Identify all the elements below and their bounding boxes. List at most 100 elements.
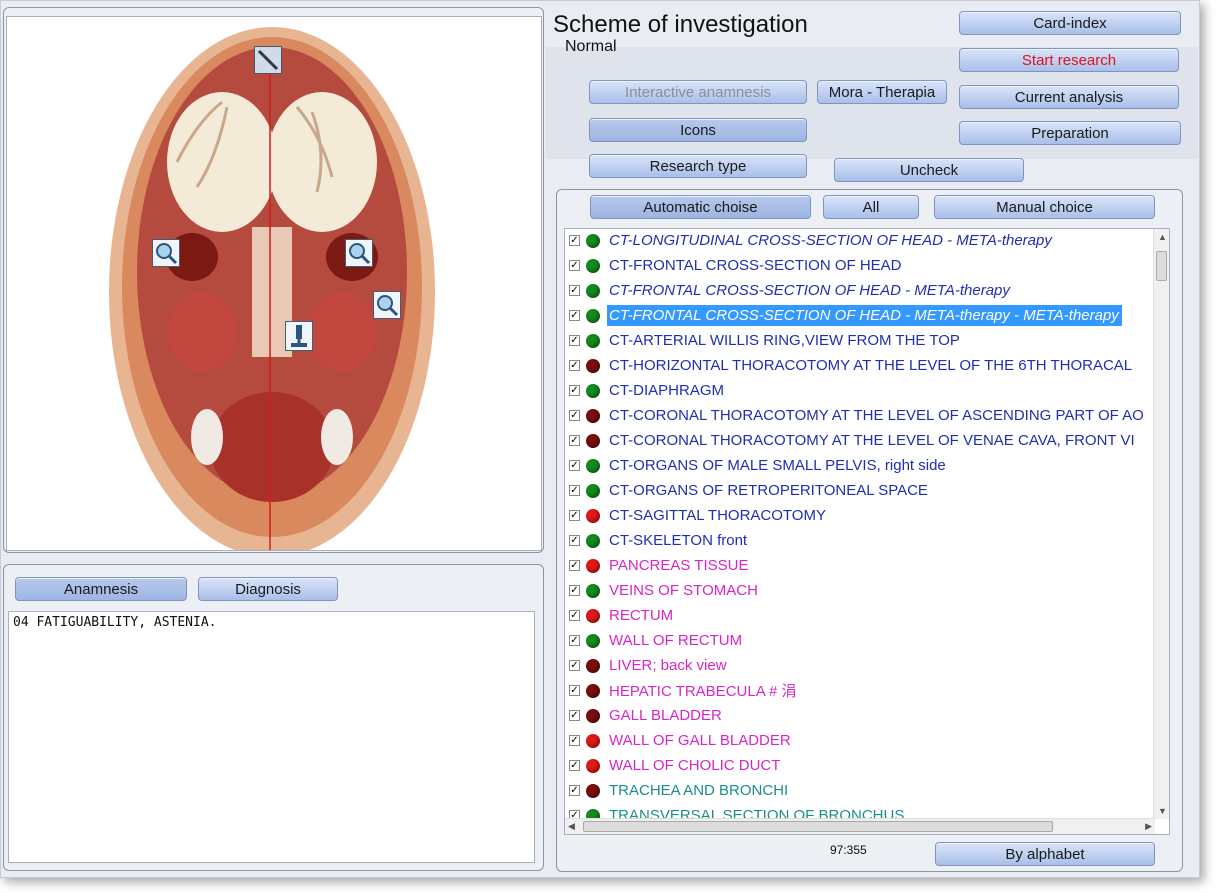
list-item[interactable]: ✓ CT-FRONTAL CROSS-SECTION OF HEAD - META… bbox=[565, 303, 1155, 328]
list-item[interactable]: ✓ WALL OF CHOLIC DUCT bbox=[565, 753, 1155, 778]
horizontal-scrollbar[interactable]: ◀ ▶ bbox=[565, 818, 1155, 834]
checkbox[interactable]: ✓ bbox=[569, 585, 580, 596]
cross-section-image-area bbox=[6, 16, 542, 551]
checkbox[interactable]: ✓ bbox=[569, 360, 580, 371]
list-item[interactable]: ✓ WALL OF GALL BLADDER bbox=[565, 728, 1155, 753]
current-analysis-button[interactable]: Current analysis bbox=[959, 85, 1179, 109]
status-dot-icon bbox=[586, 308, 600, 323]
scroll-right-icon[interactable]: ▶ bbox=[1145, 821, 1152, 832]
list-item[interactable]: ✓ CT-SKELETON front bbox=[565, 528, 1155, 553]
checkbox[interactable]: ✓ bbox=[569, 235, 580, 246]
scalpel-marker-icon[interactable] bbox=[254, 46, 282, 74]
list-item-label: RECTUM bbox=[609, 607, 674, 624]
list-item[interactable]: ✓ PANCREAS TISSUE bbox=[565, 553, 1155, 578]
list-item-label: CT-ARTERIAL WILLIS RING,VIEW FROM THE TO… bbox=[609, 332, 960, 349]
checkbox[interactable]: ✓ bbox=[569, 260, 580, 271]
magnifier-marker-icon[interactable] bbox=[152, 239, 180, 267]
list-item[interactable]: ✓ GALL BLADDER bbox=[565, 703, 1155, 728]
list-item-label: CT-ORGANS OF RETROPERITONEAL SPACE bbox=[609, 482, 928, 499]
start-research-button[interactable]: Start research bbox=[959, 48, 1179, 72]
status-dot-icon bbox=[586, 708, 600, 723]
list-item[interactable]: ✓ CT-LONGITUDINAL CROSS-SECTION OF HEAD -… bbox=[565, 229, 1155, 253]
checkbox[interactable]: ✓ bbox=[569, 310, 580, 321]
status-dot-icon bbox=[586, 583, 600, 598]
checkbox[interactable]: ✓ bbox=[569, 335, 580, 346]
interactive-anamnesis-button[interactable]: Interactive anamnesis bbox=[589, 80, 807, 104]
checkbox[interactable]: ✓ bbox=[569, 510, 580, 521]
list-item[interactable]: ✓ TRACHEA AND BRONCHI bbox=[565, 778, 1155, 803]
all-button[interactable]: All bbox=[823, 195, 919, 219]
scroll-up-icon[interactable]: ▲ bbox=[1158, 232, 1167, 242]
status-dot-icon bbox=[586, 383, 600, 398]
list-item[interactable]: ✓ LIVER; back view bbox=[565, 653, 1155, 678]
list-item[interactable]: ✓ CT-HORIZONTAL THORACOTOMY AT THE LEVEL … bbox=[565, 353, 1155, 378]
list-item[interactable]: ✓ CT-ORGANS OF RETROPERITONEAL SPACE bbox=[565, 478, 1155, 503]
magnifier-marker-icon[interactable] bbox=[373, 291, 401, 319]
research-type-button[interactable]: Research type bbox=[589, 154, 807, 178]
anamnesis-text-area[interactable]: 04 FATIGUABILITY, ASTENIA. bbox=[8, 611, 535, 863]
by-alphabet-button[interactable]: By alphabet bbox=[935, 842, 1155, 866]
list-item[interactable]: ✓ CT-ARTERIAL WILLIS RING,VIEW FROM THE T… bbox=[565, 328, 1155, 353]
list-item-label: GALL BLADDER bbox=[609, 707, 722, 724]
scroll-left-icon[interactable]: ◀ bbox=[568, 821, 575, 832]
checkbox[interactable]: ✓ bbox=[569, 685, 580, 696]
mora-therapia-button[interactable]: Mora - Therapia bbox=[817, 80, 947, 104]
vertical-scrollbar[interactable]: ▲ ▼ bbox=[1153, 229, 1169, 819]
checkbox[interactable]: ✓ bbox=[569, 285, 580, 296]
uncheck-button[interactable]: Uncheck bbox=[834, 158, 1024, 182]
status-dot-icon bbox=[586, 733, 600, 748]
status-dot-icon bbox=[586, 758, 600, 773]
investigation-list[interactable]: ✓ CT-LONGITUDINAL CROSS-SECTION OF HEAD -… bbox=[564, 228, 1170, 835]
list-item-label: CT-FRONTAL CROSS-SECTION OF HEAD bbox=[609, 257, 902, 274]
microscope-marker-icon[interactable] bbox=[285, 321, 313, 351]
checkbox[interactable]: ✓ bbox=[569, 410, 580, 421]
list-item-label: CT-FRONTAL CROSS-SECTION OF HEAD - META-… bbox=[609, 282, 1010, 299]
checkbox[interactable]: ✓ bbox=[569, 385, 580, 396]
automatic-choise-button[interactable]: Automatic choise bbox=[590, 195, 811, 219]
list-item-label: CT-ORGANS OF MALE SMALL PELVIS, right si… bbox=[609, 457, 946, 474]
diagnosis-button[interactable]: Diagnosis bbox=[198, 577, 338, 601]
icons-button[interactable]: Icons bbox=[589, 118, 807, 142]
list-item[interactable]: ✓ WALL OF RECTUM bbox=[565, 628, 1155, 653]
anamnesis-button[interactable]: Anamnesis bbox=[15, 577, 187, 601]
checkbox[interactable]: ✓ bbox=[569, 660, 580, 671]
hscrollbar-thumb[interactable] bbox=[583, 821, 1053, 832]
checkbox[interactable]: ✓ bbox=[569, 635, 580, 646]
magnifier-marker-icon[interactable] bbox=[345, 239, 373, 267]
status-dot-icon bbox=[586, 533, 600, 548]
list-item[interactable]: ✓ CT-SAGITTAL THORACOTOMY bbox=[565, 503, 1155, 528]
list-item[interactable]: ✓ VEINS OF STOMACH bbox=[565, 578, 1155, 603]
list-item[interactable]: ✓ CT-CORONAL THORACOTOMY AT THE LEVEL OF … bbox=[565, 403, 1155, 428]
checkbox[interactable]: ✓ bbox=[569, 435, 580, 446]
list-item[interactable]: ✓ CT-DIAPHRAGM bbox=[565, 378, 1155, 403]
checkbox[interactable]: ✓ bbox=[569, 460, 580, 471]
checkbox[interactable]: ✓ bbox=[569, 535, 580, 546]
checkbox[interactable]: ✓ bbox=[569, 785, 580, 796]
item-counter: 97:355 bbox=[830, 843, 867, 857]
list-item[interactable]: ✓ CT-FRONTAL CROSS-SECTION OF HEAD bbox=[565, 253, 1155, 278]
card-index-button[interactable]: Card-index bbox=[959, 11, 1181, 35]
manual-choice-button[interactable]: Manual choice bbox=[934, 195, 1155, 219]
scroll-down-icon[interactable]: ▼ bbox=[1158, 806, 1167, 816]
list-item[interactable]: ✓ CT-ORGANS OF MALE SMALL PELVIS, right s… bbox=[565, 453, 1155, 478]
page-subtitle: Normal bbox=[565, 38, 617, 55]
checkbox[interactable]: ✓ bbox=[569, 560, 580, 571]
scrollbar-thumb[interactable] bbox=[1156, 251, 1167, 281]
status-dot-icon bbox=[586, 658, 600, 673]
checkbox[interactable]: ✓ bbox=[569, 760, 580, 771]
checkbox[interactable]: ✓ bbox=[569, 735, 580, 746]
preparation-button[interactable]: Preparation bbox=[959, 121, 1181, 145]
list-item-label: CT-FRONTAL CROSS-SECTION OF HEAD - META-… bbox=[607, 305, 1122, 326]
checkbox[interactable]: ✓ bbox=[569, 710, 580, 721]
list-item[interactable]: ✓ CT-CORONAL THORACOTOMY AT THE LEVEL OF … bbox=[565, 428, 1155, 453]
list-item[interactable]: ✓ HEPATIC TRABECULA # 涓 bbox=[565, 678, 1155, 703]
checkbox[interactable]: ✓ bbox=[569, 485, 580, 496]
status-dot-icon bbox=[586, 233, 600, 248]
list-item-label: PANCREAS TISSUE bbox=[609, 557, 749, 574]
list-item-label: WALL OF GALL BLADDER bbox=[609, 732, 791, 749]
list-item[interactable]: ✓ RECTUM bbox=[565, 603, 1155, 628]
list-item[interactable]: ✓ CT-FRONTAL CROSS-SECTION OF HEAD - META… bbox=[565, 278, 1155, 303]
status-dot-icon bbox=[586, 608, 600, 623]
status-dot-icon bbox=[586, 283, 600, 298]
checkbox[interactable]: ✓ bbox=[569, 610, 580, 621]
